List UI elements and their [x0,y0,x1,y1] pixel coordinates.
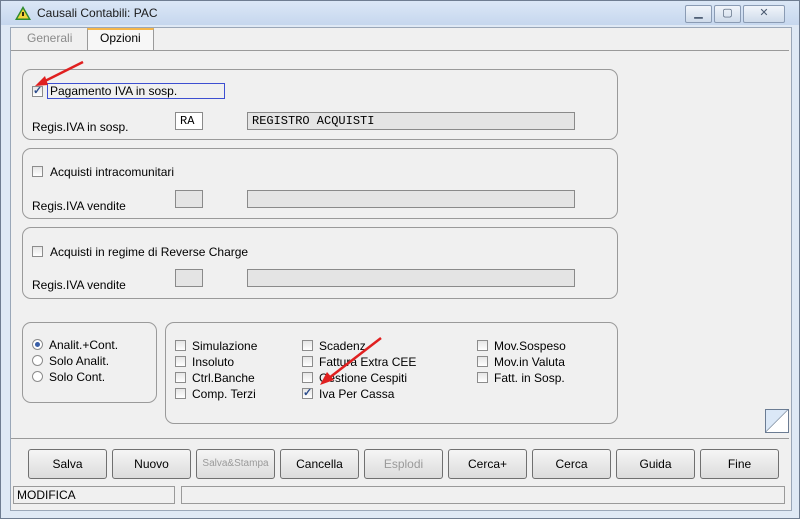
ctrl-banche-checkbox[interactable] [175,372,186,383]
fattura-extra-cee-label: Fattura Extra CEE [319,355,417,369]
form-area: Generali Opzioni Pagamento IVA in sosp. … [10,27,792,511]
mov-in-valuta-label: Mov.in Valuta [494,355,565,369]
comp-terzi-checkbox[interactable] [175,388,186,399]
salva-stampa-button[interactable]: Salva&Stampa [196,449,275,479]
acquisti-intracom-checkbox[interactable] [32,166,43,177]
tab-generali[interactable]: Generali [21,31,78,47]
reverse-charge-code-input[interactable] [175,269,203,287]
esplodi-button[interactable]: Esplodi [364,449,443,479]
radio-solo-cont[interactable] [32,371,43,382]
resize-corner-icon[interactable] [765,409,789,433]
regis-iva-sosp-label: Regis.IVA in sosp. [32,120,129,134]
scadenz-label: Scadenz [319,339,366,353]
tab-opzioni[interactable]: Opzioni [87,28,154,50]
gestione-cespiti-label: Gestione Cespiti [319,371,408,385]
regis-iva-sosp-description: REGISTRO ACQUISTI [247,112,575,130]
insoluto-label: Insoluto [192,355,235,369]
close-button[interactable]: ✕ [743,5,785,23]
fattura-extra-cee-checkbox[interactable] [302,356,313,367]
simulazione-label: Simulazione [192,339,258,353]
radio-solo-cont-label: Solo Cont. [49,370,106,384]
minimize-icon: ▁ [694,7,703,19]
fine-button[interactable]: Fine [700,449,779,479]
simulazione-checkbox[interactable] [175,340,186,351]
reverse-charge-checkbox[interactable] [32,246,43,257]
nuovo-button[interactable]: Nuovo [112,449,191,479]
minimize-button[interactable]: ▁ [685,5,712,23]
intracom-code-input[interactable] [175,190,203,208]
fatt-in-sosp-label: Fatt. in Sosp. [494,371,565,385]
insoluto-checkbox[interactable] [175,356,186,367]
acquisti-intracom-label: Acquisti intracomunitari [50,165,175,179]
regis-iva-vendite-label: Regis.IVA vendite [32,199,126,213]
mov-in-valuta-checkbox[interactable] [477,356,488,367]
salva-button[interactable]: Salva [28,449,107,479]
app-window: Causali Contabili: PAC ▁ ▢ ✕ Generali Op… [0,0,800,519]
maximize-icon: ▢ [722,7,733,19]
fatt-in-sosp-checkbox[interactable] [477,372,488,383]
pagamento-iva-label: Pagamento IVA in sosp. [50,84,178,98]
button-bar-divider [11,438,789,439]
window-title: Causali Contabili: PAC [37,6,158,20]
cerca-plus-button[interactable]: Cerca+ [448,449,527,479]
tab-strip-line [11,50,789,51]
reverse-charge-description [247,269,575,287]
warning-triangle-icon [15,6,31,20]
mov-sospeso-label: Mov.Sospeso [494,339,566,353]
regis-iva-sosp-code-input[interactable]: RA [175,112,203,130]
title-bar: Causali Contabili: PAC ▁ ▢ ✕ [1,1,799,25]
guida-button[interactable]: Guida [616,449,695,479]
regis-iva-vendite-rc-label: Regis.IVA vendite [32,278,126,292]
cerca-button[interactable]: Cerca [532,449,611,479]
status-message [181,486,785,504]
iva-per-cassa-label: Iva Per Cassa [319,387,395,401]
maximize-button[interactable]: ▢ [714,5,741,23]
reverse-charge-label: Acquisti in regime di Reverse Charge [50,245,249,259]
gestione-cespiti-checkbox[interactable] [302,372,313,383]
iva-per-cassa-checkbox[interactable] [302,386,313,399]
radio-analit-cont[interactable] [32,339,43,350]
mov-sospeso-checkbox[interactable] [477,340,488,351]
scadenz-checkbox[interactable] [302,340,313,351]
status-mode: MODIFICA [13,486,175,504]
intracom-description [247,190,575,208]
radio-solo-analit-label: Solo Analit. [49,354,110,368]
close-icon: ✕ [759,7,769,19]
pagamento-iva-checkbox[interactable] [32,84,43,97]
ctrl-banche-label: Ctrl.Banche [192,371,255,385]
comp-terzi-label: Comp. Terzi [192,387,256,401]
radio-solo-analit[interactable] [32,355,43,366]
cancella-button[interactable]: Cancella [280,449,359,479]
radio-analit-cont-label: Analit.+Cont. [49,338,119,352]
